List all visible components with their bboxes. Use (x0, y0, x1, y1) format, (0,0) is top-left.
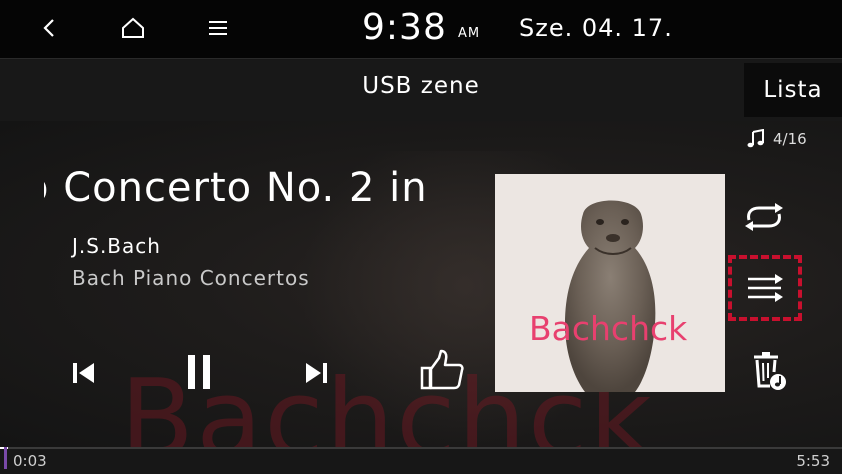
progress-bar[interactable] (0, 447, 842, 449)
status-bar: 9:38 AM Sze. 04. 17. (0, 0, 842, 58)
progress-knob[interactable] (4, 447, 7, 469)
skip-next-icon (306, 363, 327, 383)
album-name: Bach Piano Concertos (72, 266, 310, 290)
home-icon (122, 17, 144, 38)
shuffle-button[interactable] (738, 265, 792, 311)
shuffle-icon (748, 274, 783, 302)
track-title: o Concerto No. 2 in (44, 165, 494, 211)
artist-name: J.S.Bach (72, 234, 161, 258)
like-button[interactable] (415, 344, 469, 396)
page-title: USB zene (362, 73, 480, 99)
back-button[interactable] (27, 8, 71, 48)
music-note-icon (747, 129, 764, 148)
delete-icon (754, 352, 786, 390)
album-art-text: Bachchck (529, 309, 688, 348)
next-button[interactable] (294, 351, 338, 395)
seal-illustration (565, 200, 656, 392)
album-art: Bachchck (495, 174, 725, 392)
pause-icon (188, 355, 210, 389)
track-counter-text: 4/16 (773, 130, 807, 148)
thumbs-up-icon (420, 349, 464, 390)
player-panel: Bachchck 4/16 o Concerto No. 2 in J.S.Ba… (0, 121, 842, 447)
repeat-icon (745, 203, 783, 231)
menu-icon (209, 21, 227, 35)
clock-time: 9:38 (362, 7, 447, 48)
repeat-button[interactable] (740, 197, 788, 237)
menu-button[interactable] (196, 8, 240, 48)
list-button[interactable]: Lista (744, 63, 842, 117)
header-bar: USB zene Lista (0, 58, 842, 121)
back-chevron-icon (43, 19, 54, 37)
skip-previous-icon (73, 363, 94, 383)
clock-ampm: AM (458, 26, 481, 41)
total-time: 5:53 (796, 452, 830, 470)
track-title-text: o Concerto No. 2 in (44, 165, 428, 211)
home-button[interactable] (111, 8, 155, 48)
current-time: 0:03 (13, 452, 47, 470)
track-counter: 4/16 (746, 129, 807, 149)
delete-button[interactable] (744, 347, 792, 395)
previous-button[interactable] (62, 351, 106, 395)
progress-area: 0:03 5:53 (0, 447, 842, 474)
pause-button[interactable] (176, 349, 222, 395)
date-display: Sze. 04. 17. (519, 14, 673, 42)
